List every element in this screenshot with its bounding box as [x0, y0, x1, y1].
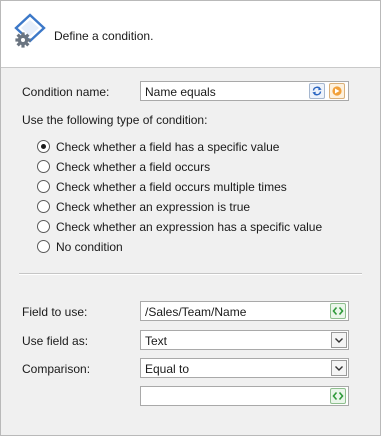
use-field-as-dropdown-button[interactable] [331, 332, 347, 348]
name-options-button[interactable] [329, 83, 345, 99]
code-icon [332, 391, 344, 401]
section-divider [19, 273, 362, 275]
radio-button[interactable] [37, 180, 50, 193]
field-to-use-label: Field to use: [22, 305, 88, 319]
condition-name-value: Name equals [145, 85, 216, 99]
radio-button[interactable] [37, 160, 50, 173]
radio-label: Check whether an expression is true [56, 200, 251, 214]
use-field-as-select[interactable]: Text [140, 330, 349, 350]
radio-label: No condition [56, 240, 123, 254]
field-picker-button[interactable] [330, 303, 346, 319]
comparison-value-input[interactable] [140, 386, 349, 406]
condition-type-label: Use the following type of condition: [22, 113, 208, 127]
use-field-as-value: Text [145, 334, 168, 348]
code-icon [332, 306, 344, 316]
field-to-use-value: /Sales/Team/Name [145, 305, 247, 319]
value-picker-button[interactable] [330, 388, 346, 404]
radio-label: Check whether a field occurs [56, 160, 211, 174]
radio-label: Check whether a field has a specific val… [56, 140, 280, 154]
condition-name-field[interactable]: Name equals [140, 81, 349, 101]
radio-button[interactable] [37, 240, 50, 253]
comparison-label: Comparison: [22, 362, 91, 376]
condition-name-label: Condition name: [22, 85, 110, 99]
tag-icon [332, 86, 342, 96]
condition-dialog: Define a condition. Condition name: Name… [0, 0, 381, 436]
comparison-select[interactable]: Equal to [140, 358, 349, 378]
radio-label: Check whether a field occurs multiple ti… [56, 180, 287, 194]
use-field-as-label: Use field as: [22, 334, 89, 348]
condition-gear-icon [13, 13, 47, 49]
dialog-title: Define a condition. [54, 29, 154, 43]
comparison-dropdown-button[interactable] [331, 360, 347, 376]
field-to-use-input[interactable]: /Sales/Team/Name [140, 301, 349, 321]
refresh-name-button[interactable] [309, 83, 325, 99]
radio-button[interactable] [37, 200, 50, 213]
chevron-down-icon [335, 338, 343, 343]
radio-button[interactable] [37, 140, 50, 153]
comparison-value: Equal to [145, 362, 190, 376]
radio-button[interactable] [37, 220, 50, 233]
radio-label: Check whether an expression has a specif… [56, 220, 323, 234]
dialog-header: Define a condition. [1, 1, 380, 68]
chevron-down-icon [335, 366, 343, 371]
refresh-icon [312, 86, 322, 96]
